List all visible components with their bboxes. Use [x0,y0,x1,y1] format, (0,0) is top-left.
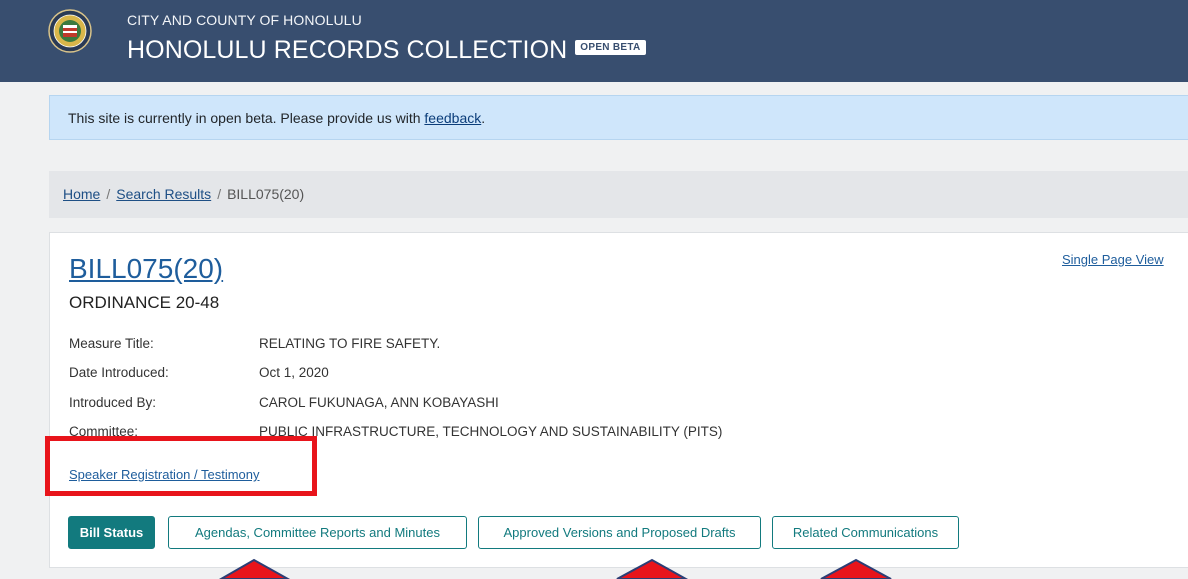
beta-alert: This site is currently in open beta. Ple… [49,95,1188,140]
field-value: RELATING TO FIRE SAFETY. [259,336,441,351]
breadcrumb-search-results[interactable]: Search Results [116,186,211,202]
breadcrumb-separator: / [106,186,111,202]
breadcrumb-home[interactable]: Home [63,186,100,202]
alert-text: This site is currently in open beta. Ple… [68,110,425,126]
annotation-highlight-box [45,436,317,496]
alert-end: . [481,110,486,126]
field-value: CAROL FUKUNAGA, ANN KOBAYASHI [259,395,499,410]
site-subtitle: CITY AND COUNTY OF HONOLULU [127,12,362,28]
city-seal-logo[interactable] [48,9,92,53]
tab-related-communications[interactable]: Related Communications [772,516,959,549]
field-value: PUBLIC INFRASTRUCTURE, TECHNOLOGY AND SU… [259,424,723,439]
open-beta-badge: OPEN BETA [575,39,646,55]
bill-title-link[interactable]: BILL075(20) [69,253,223,285]
ordinance-number: ORDINANCE 20-48 [69,293,220,312]
field-label: Measure Title: [69,336,154,351]
site-title-text[interactable]: HONOLULU RECORDS COLLECTION [127,36,567,64]
breadcrumb: Home / Search Results / BILL075(20) [49,171,1188,218]
site-header: CITY AND COUNTY OF HONOLULU HONOLULU REC… [0,0,1188,82]
tab-approved-versions-drafts[interactable]: Approved Versions and Proposed Drafts [478,516,761,549]
single-page-view-link[interactable]: Single Page View [1062,252,1164,267]
breadcrumb-separator: / [217,186,222,202]
feedback-link[interactable]: feedback [424,110,481,126]
breadcrumb-current: BILL075(20) [227,186,305,202]
field-label: Date Introduced: [69,365,169,380]
site-title[interactable]: HONOLULU RECORDS COLLECTION OPEN BETA [127,36,646,65]
field-label: Introduced By: [69,395,157,410]
tab-agendas-reports-minutes[interactable]: Agendas, Committee Reports and Minutes [168,516,467,549]
tab-bill-status[interactable]: Bill Status [68,516,155,549]
field-value: Oct 1, 2020 [259,365,329,380]
